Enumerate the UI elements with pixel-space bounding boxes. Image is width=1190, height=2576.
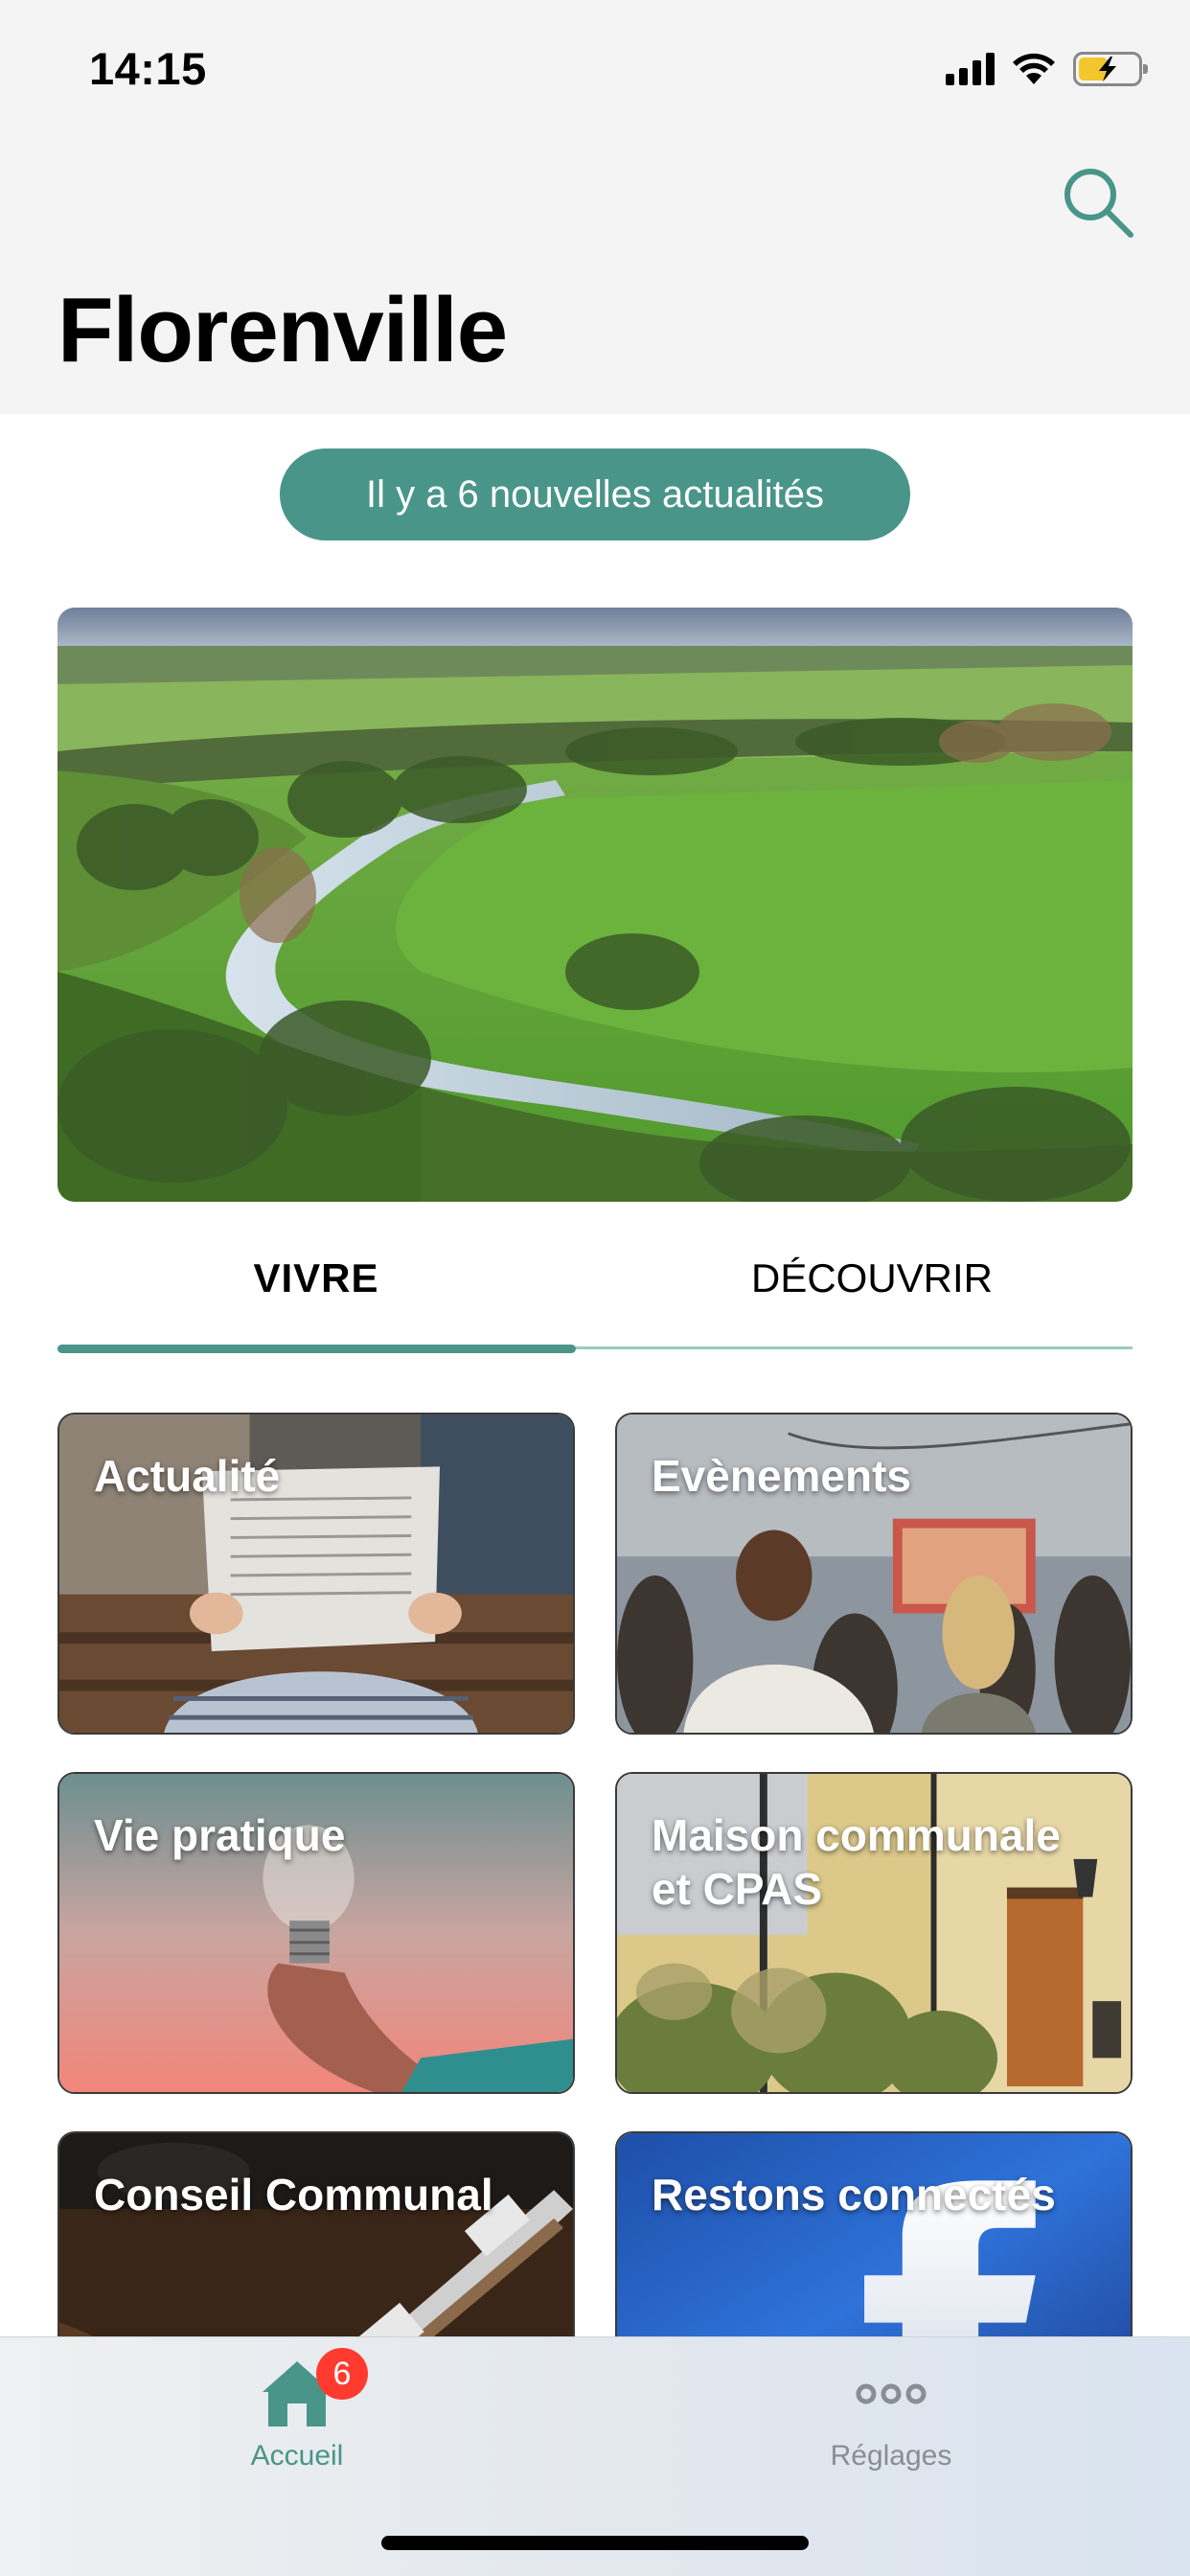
tabbar-label-reglages: Réglages [830, 2440, 952, 2472]
header: 14:15 Florenville [0, 0, 1190, 414]
hero-landscape-image [57, 608, 1133, 1202]
status-time: 14:15 [89, 43, 207, 94]
tile-vie-pratique[interactable]: Vie pratique [57, 1772, 575, 2094]
tabbar-label-accueil: Accueil [250, 2440, 344, 2472]
battery-icon [1073, 52, 1148, 86]
wifi-icon [1013, 53, 1055, 84]
signal-icon [946, 53, 995, 85]
tile-label: Vie pratique [94, 1810, 346, 1860]
tile-label: Conseil Communal [94, 2170, 493, 2220]
notification-badge: 6 [316, 2348, 368, 2400]
tab-decouvrir[interactable]: DÉCOUVRIR [613, 1255, 1131, 1301]
tile-label: Evènements [652, 1451, 912, 1501]
tile-label: Restons connectés [652, 2170, 1056, 2220]
tabbar-item-reglages[interactable]: Réglages [747, 2356, 1035, 2472]
tile-label: Maison communale et CPAS [652, 1810, 1061, 1914]
tile-evenements[interactable]: Evènements [615, 1413, 1133, 1735]
tile-maison-communale[interactable]: Maison communale et CPAS [615, 1772, 1133, 2094]
tab-vivre[interactable]: VIVRE [57, 1255, 575, 1301]
tabbar-item-accueil[interactable]: 6 Accueil [153, 2348, 441, 2472]
page-title: Florenville [57, 279, 508, 381]
tile-actualite[interactable]: Actualité [57, 1413, 575, 1735]
search-icon[interactable] [1059, 163, 1137, 242]
tab-active-indicator [57, 1345, 576, 1353]
status-indicators [946, 52, 1148, 86]
new-news-button[interactable]: Il y a 6 nouvelles actualités [280, 448, 910, 540]
more-icon [856, 2383, 927, 2404]
home-indicator[interactable] [381, 2536, 809, 2550]
tile-label: Actualité [94, 1451, 281, 1501]
